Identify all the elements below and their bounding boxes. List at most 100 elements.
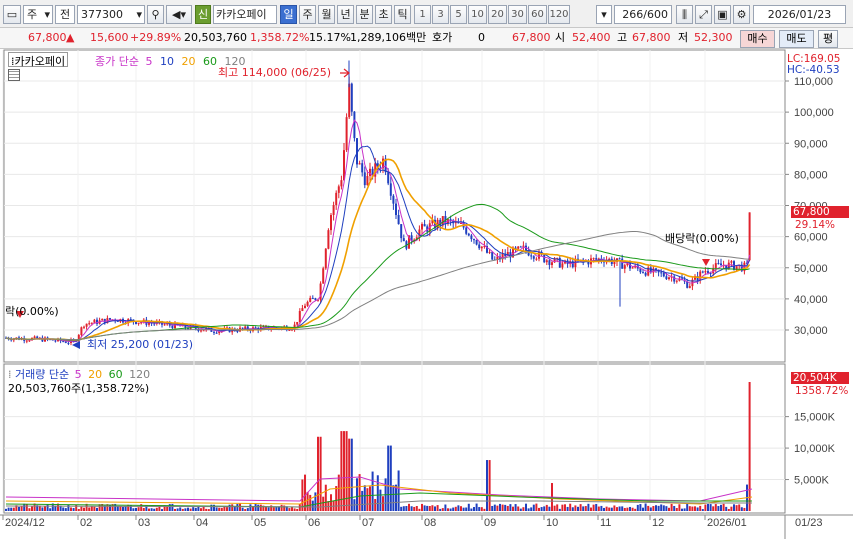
stock-code-input[interactable]: 377300 ▾ bbox=[77, 5, 145, 24]
period-button-5[interactable]: 초 bbox=[375, 5, 392, 24]
chevron-down-icon[interactable]: ▾ bbox=[596, 5, 612, 24]
volume-bar bbox=[735, 505, 738, 511]
volume-bar bbox=[691, 506, 694, 511]
period-button-3[interactable]: 년 bbox=[337, 5, 354, 24]
volume-bar bbox=[44, 506, 46, 511]
volume-bar bbox=[267, 507, 270, 511]
stock-chart[interactable]: 110,000100,00090,00080,00070,00060,00050… bbox=[0, 49, 853, 539]
volume-value: 20,503,760 bbox=[184, 31, 247, 44]
price-tick-label: 110,000 bbox=[794, 76, 833, 88]
volume-bar bbox=[512, 506, 514, 511]
x-tick-label: 2024/12 bbox=[5, 517, 45, 529]
eval-button[interactable]: 평 bbox=[818, 30, 838, 48]
date-field[interactable]: 2026/01/23 bbox=[753, 5, 846, 24]
market-select[interactable]: 주 ▾ bbox=[23, 5, 53, 24]
volume-bar bbox=[613, 505, 616, 511]
quote-bar: 67,800 ▲ 15,600 +29.89% 20,503,760 1,358… bbox=[0, 28, 853, 49]
stock-name-field[interactable]: 카카오페이 bbox=[213, 5, 277, 24]
save-icon[interactable]: ▣ bbox=[714, 5, 731, 24]
volume-bar bbox=[408, 503, 410, 511]
candle-body bbox=[519, 246, 522, 248]
candle-body bbox=[675, 280, 678, 282]
prev-button[interactable]: 전 bbox=[55, 5, 75, 24]
volume-bar bbox=[678, 504, 681, 511]
volume-bar bbox=[439, 508, 442, 511]
candle-body bbox=[241, 327, 244, 329]
volume-bar bbox=[688, 506, 691, 511]
candle-body bbox=[662, 272, 665, 277]
candle-body bbox=[532, 256, 535, 259]
candle-body bbox=[395, 203, 397, 216]
candle-body bbox=[213, 331, 215, 333]
volume-bar bbox=[480, 507, 483, 511]
interval-button-5[interactable]: 5 bbox=[450, 5, 467, 24]
volume-bar bbox=[226, 507, 228, 511]
buy-button[interactable]: 매수 bbox=[740, 30, 775, 48]
interval-button-10[interactable]: 10 bbox=[468, 5, 487, 24]
candle-body bbox=[353, 111, 356, 139]
volume-bar bbox=[236, 503, 239, 511]
candle-body bbox=[613, 261, 616, 265]
volume-bar bbox=[155, 507, 158, 511]
volume-bar bbox=[525, 503, 527, 511]
period-button-4[interactable]: 분 bbox=[356, 5, 373, 24]
volume-bar bbox=[644, 503, 647, 511]
volume-bar bbox=[704, 504, 707, 511]
volume-bar bbox=[592, 504, 595, 511]
period-button-6[interactable]: 틱 bbox=[394, 5, 411, 24]
volume-bar bbox=[652, 506, 655, 511]
chart-panel[interactable]: 110,000100,00090,00080,00070,00060,00050… bbox=[0, 49, 853, 539]
volume-bar bbox=[207, 509, 210, 511]
count-field[interactable]: 266/600 bbox=[614, 5, 672, 24]
volume-bar bbox=[501, 504, 504, 511]
volume-bar bbox=[462, 507, 465, 511]
candle-body bbox=[465, 227, 468, 234]
period-button-2[interactable]: 월 bbox=[318, 5, 335, 24]
period-button-0[interactable]: 일 bbox=[280, 5, 297, 24]
candle-body bbox=[93, 319, 96, 323]
interval-button-120[interactable]: 120 bbox=[548, 5, 570, 24]
interval-button-30[interactable]: 30 bbox=[508, 5, 527, 24]
volume-bar bbox=[673, 505, 676, 511]
volume-bar bbox=[595, 503, 598, 511]
search-icon[interactable]: ⚲ bbox=[147, 5, 164, 24]
volume-bar bbox=[358, 474, 361, 511]
candle-body bbox=[33, 336, 36, 338]
candle-body bbox=[135, 321, 137, 324]
volume-bar bbox=[457, 505, 460, 511]
volume-bar bbox=[618, 506, 621, 511]
candle-icon[interactable]: ⫼ bbox=[676, 5, 693, 24]
volume-bar bbox=[681, 508, 683, 511]
price-tick-label: 50,000 bbox=[794, 263, 828, 275]
menu-icon[interactable]: ▭ bbox=[3, 5, 21, 24]
gear-icon[interactable]: ⚙ bbox=[733, 5, 750, 24]
draw-icon[interactable]: ⤢ bbox=[695, 5, 712, 24]
candle-body bbox=[332, 205, 335, 215]
interval-button-60[interactable]: 60 bbox=[528, 5, 547, 24]
volume-bar bbox=[330, 494, 332, 511]
volume-bar bbox=[493, 504, 496, 511]
x-tick-label: 06 bbox=[308, 517, 320, 529]
candle-body bbox=[714, 263, 717, 269]
interval-button-20[interactable]: 20 bbox=[488, 5, 507, 24]
interval-button-3[interactable]: 3 bbox=[432, 5, 449, 24]
volume-bar bbox=[548, 506, 551, 511]
volume-bar bbox=[564, 504, 566, 511]
grid-toggle-icon[interactable] bbox=[8, 69, 20, 81]
candle-body bbox=[148, 322, 150, 325]
volume-bar bbox=[657, 505, 660, 511]
volume-bar bbox=[75, 504, 78, 511]
volume-bar bbox=[249, 504, 252, 511]
volume-bar bbox=[223, 506, 226, 511]
sell-button[interactable]: 매도 bbox=[779, 30, 814, 48]
period-button-1[interactable]: 주 bbox=[299, 5, 316, 24]
volume-bar bbox=[293, 508, 296, 511]
speaker-icon[interactable]: ◀▾ bbox=[166, 5, 192, 24]
volume-bar bbox=[655, 505, 657, 511]
candle-body bbox=[54, 340, 57, 342]
volume-bar bbox=[603, 507, 605, 511]
volume-bar bbox=[259, 504, 262, 511]
dividend-note-left: 락(0.00%) bbox=[5, 305, 59, 318]
interval-button-1[interactable]: 1 bbox=[414, 5, 431, 24]
candle-body bbox=[298, 311, 301, 322]
